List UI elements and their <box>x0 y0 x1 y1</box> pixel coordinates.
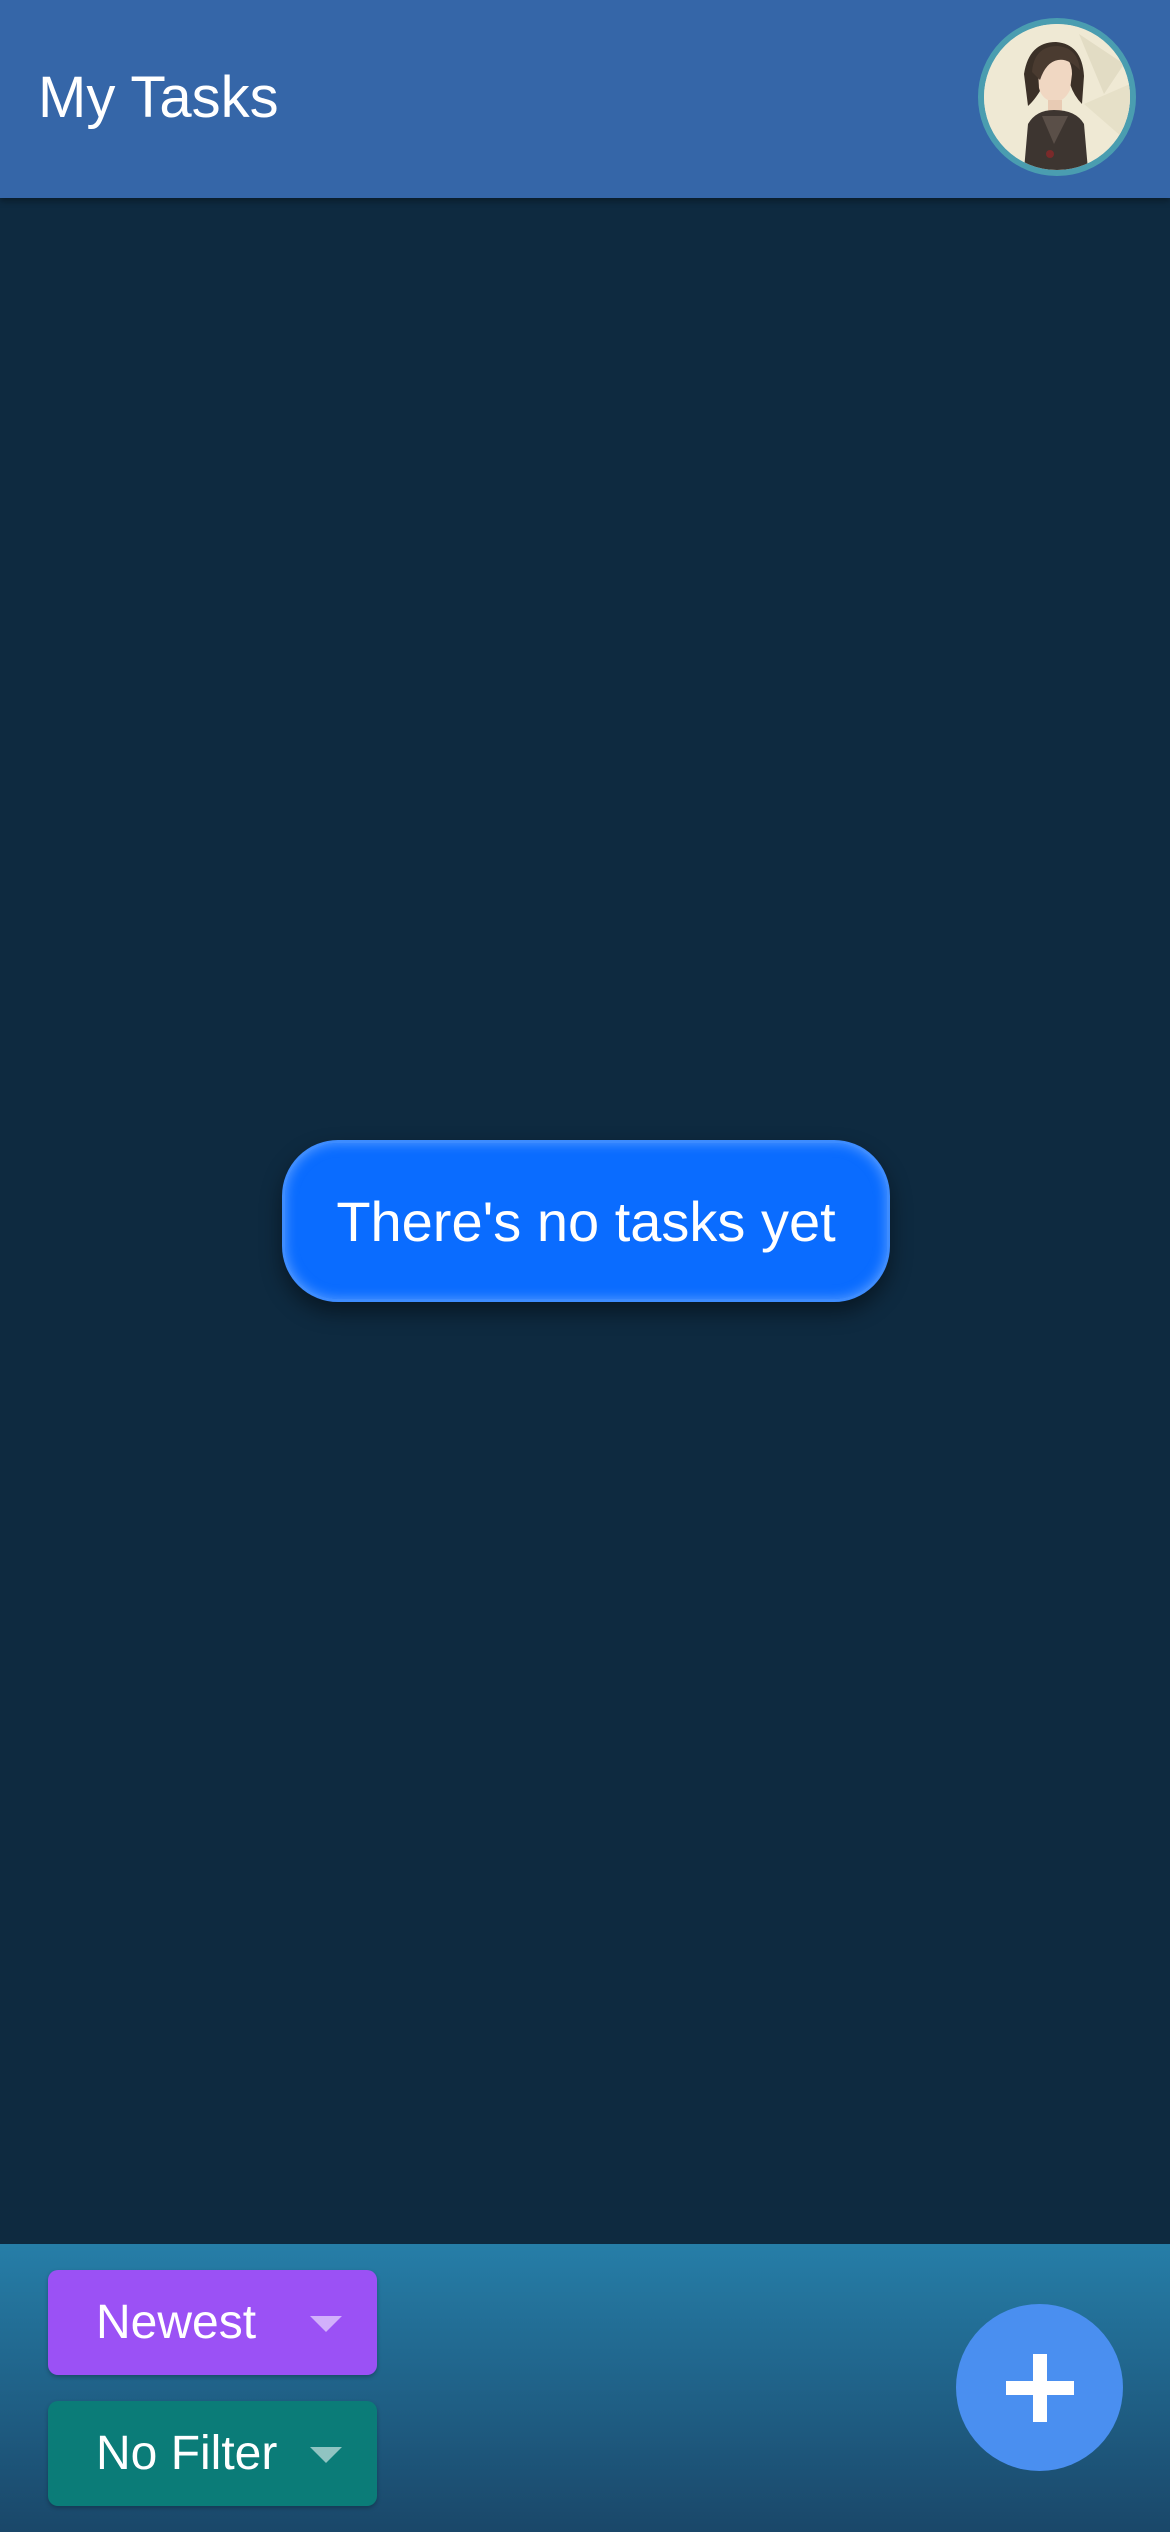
user-avatar-icon <box>984 24 1130 170</box>
empty-state-text: There's no tasks yet <box>336 1189 836 1253</box>
app-header: My Tasks <box>0 0 1170 198</box>
empty-state-message: There's no tasks yet <box>282 1140 890 1302</box>
filter-dropdown-label: No Filter <box>96 2427 278 2480</box>
sort-dropdown-label: Newest <box>96 2296 257 2349</box>
chevron-down-icon <box>310 2447 342 2463</box>
filter-dropdown[interactable]: No Filter <box>48 2401 377 2506</box>
avatar[interactable] <box>978 18 1136 176</box>
add-task-button[interactable] <box>956 2304 1123 2471</box>
plus-icon <box>1005 2353 1074 2422</box>
sort-dropdown[interactable]: Newest <box>48 2270 377 2375</box>
app-root: My Tasks There's no tasks yet Newest No … <box>0 0 1170 2532</box>
bottom-toolbar: Newest No Filter <box>0 2244 1170 2532</box>
chevron-down-icon <box>310 2316 342 2332</box>
page-title: My Tasks <box>38 65 279 130</box>
